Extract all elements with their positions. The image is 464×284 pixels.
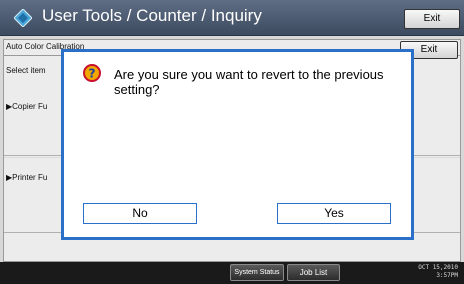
time-text: 3:57PM bbox=[436, 272, 458, 279]
instruction-text: Select item bbox=[6, 66, 46, 75]
date-time: OCT 15,2010 3:57PM bbox=[380, 264, 458, 280]
diamond-tools-icon bbox=[14, 9, 32, 27]
dialog-message: Are you sure you want to revert to the p… bbox=[114, 67, 384, 97]
system-status-button[interactable]: System Status bbox=[230, 264, 284, 281]
no-button[interactable]: No bbox=[83, 203, 197, 224]
exit-button[interactable]: Exit bbox=[404, 9, 460, 29]
printer-function-item[interactable]: ▶Printer Fu bbox=[6, 173, 47, 182]
question-mark-icon: ? bbox=[83, 64, 101, 82]
yes-button[interactable]: Yes bbox=[277, 203, 391, 224]
job-list-button[interactable]: Job List bbox=[287, 264, 340, 281]
page-title: User Tools / Counter / Inquiry bbox=[42, 6, 262, 25]
svg-text:?: ? bbox=[89, 67, 96, 81]
copier-function-item[interactable]: ▶Copier Fu bbox=[6, 102, 47, 111]
date-text: OCT 15,2010 bbox=[418, 264, 458, 271]
